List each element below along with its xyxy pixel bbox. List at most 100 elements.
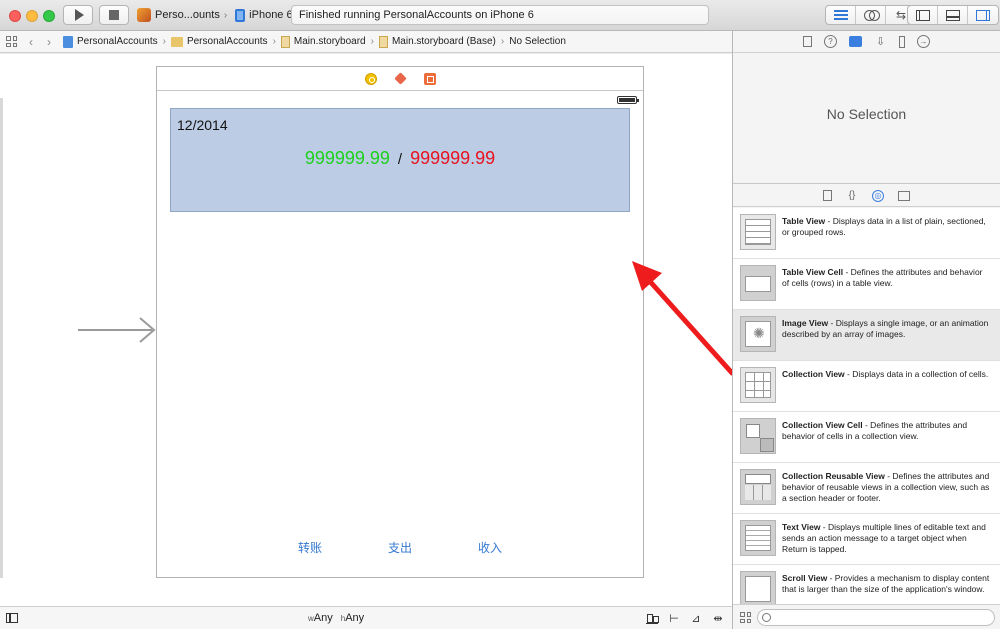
list-item-title: Text View <box>782 522 821 532</box>
expense-amount-label[interactable]: 999999.99 <box>410 148 495 169</box>
connections-inspector-icon[interactable]: → <box>917 35 930 48</box>
list-item-title: Scroll View <box>782 573 828 583</box>
height-size-class: hAny <box>341 612 364 624</box>
editor-mode-control: ⇆ <box>825 5 917 25</box>
no-selection-label: No Selection <box>826 106 907 122</box>
amount-separator-label[interactable]: / <box>398 151 402 168</box>
storyboard-canvas[interactable]: 12/2014 999999.99 / 999999.99 转账 支出 收入 <box>0 54 735 606</box>
navigator-pane-icon <box>915 9 930 21</box>
list-item[interactable]: Collection View - Displays data in a col… <box>733 361 1000 412</box>
document-outline-toggle-icon[interactable] <box>6 613 18 623</box>
close-window-button[interactable] <box>9 10 21 22</box>
stop-button[interactable] <box>99 5 129 25</box>
library-selector-bar: {} ◎ <box>733 185 1000 207</box>
file-template-library-icon[interactable] <box>823 190 832 201</box>
minimize-window-button[interactable] <box>26 10 38 22</box>
list-item[interactable]: Collection View Cell - Defines the attri… <box>733 412 1000 463</box>
height-size-class-value: Any <box>345 612 365 624</box>
list-item-text: Collection Reusable View - Defines the a… <box>782 471 990 504</box>
list-item[interactable]: Image View - Displays a single image, or… <box>733 310 1000 361</box>
resolve-issues-icon[interactable]: ⊿ <box>690 612 702 625</box>
utilities-pane-icon <box>976 9 990 21</box>
list-item-title: Image View <box>782 318 829 328</box>
standard-editor-button[interactable] <box>826 6 856 24</box>
grid-view-toggle-icon[interactable] <box>740 612 751 623</box>
pin-icon[interactable]: ⊢ <box>668 612 680 625</box>
assistant-editor-button[interactable] <box>856 6 886 24</box>
red-annotation-arrow-icon <box>632 261 735 376</box>
scheme-name[interactable]: Perso...ounts <box>155 9 220 21</box>
collection-view-icon <box>740 367 776 403</box>
inspector-content: No Selection <box>733 54 1000 184</box>
breadcrumb: PersonalAccounts › PersonalAccounts › Ma… <box>63 35 566 48</box>
scheme-selector[interactable]: Perso...ounts › iPhone 6 <box>137 5 293 25</box>
breadcrumb-label: Main.storyboard (Base) <box>391 36 496 47</box>
device-name[interactable]: iPhone 6 <box>249 9 292 21</box>
summary-header-view[interactable]: 12/2014 999999.99 / 999999.99 <box>170 108 630 212</box>
file-inspector-icon[interactable] <box>803 36 812 47</box>
resizing-behavior-icon[interactable]: ⇹ <box>712 612 724 625</box>
library-filter-bar <box>733 604 1000 629</box>
breadcrumb-selection[interactable]: No Selection <box>509 36 566 47</box>
scene-dock <box>157 67 643 91</box>
code-snippet-library-icon[interactable]: {} <box>846 190 858 202</box>
object-library-icon[interactable]: ◎ <box>872 189 884 202</box>
initial-view-controller-arrow-icon[interactable] <box>76 316 158 344</box>
battery-icon <box>617 96 639 104</box>
list-item-title: Collection View Cell <box>782 420 863 430</box>
related-items-icon[interactable] <box>6 36 17 47</box>
utilities-toggle-button[interactable] <box>968 6 998 24</box>
amounts-row: 999999.99 / 999999.99 <box>171 148 629 169</box>
breadcrumb-label: PersonalAccounts <box>77 36 158 47</box>
quick-help-icon[interactable]: ? <box>824 35 837 48</box>
expense-button[interactable]: 支出 <box>388 539 412 556</box>
breadcrumb-project[interactable]: PersonalAccounts <box>63 35 158 48</box>
view-controller-scene[interactable]: 12/2014 999999.99 / 999999.99 转账 支出 收入 <box>156 66 644 578</box>
list-item[interactable]: Scroll View - Provides a mechanism to di… <box>733 565 1000 604</box>
library-filter-field[interactable] <box>757 609 995 626</box>
income-button[interactable]: 收入 <box>478 539 502 556</box>
assistant-editor-icon <box>863 10 880 21</box>
breadcrumb-storyboard[interactable]: Main.storyboard <box>280 35 366 48</box>
align-icon[interactable] <box>646 612 659 624</box>
library-filter-input[interactable] <box>774 611 989 624</box>
version-editor-icon: ⇆ <box>895 8 907 22</box>
transfer-button[interactable]: 转账 <box>298 539 322 556</box>
size-class-control[interactable]: wAny hAny <box>308 612 364 624</box>
list-item[interactable]: Text View - Displays multiple lines of e… <box>733 514 1000 565</box>
run-button[interactable] <box>63 5 93 25</box>
back-button[interactable]: ‹ <box>29 35 33 49</box>
object-library-list[interactable]: Table View - Displays data in a list of … <box>733 208 1000 604</box>
scroll-view-icon <box>740 571 776 604</box>
image-view-icon <box>740 316 776 352</box>
width-size-class: wAny <box>308 612 333 624</box>
identity-inspector-icon[interactable] <box>849 36 862 47</box>
breadcrumb-label: Main.storyboard <box>293 36 366 47</box>
list-item[interactable]: Table View - Displays data in a list of … <box>733 208 1000 259</box>
stop-icon <box>109 10 119 20</box>
scheme-separator: › <box>223 9 228 21</box>
inspector-selector-bar: ? ⇩ → <box>733 31 1000 53</box>
breadcrumb-group[interactable]: PersonalAccounts <box>170 36 268 47</box>
list-item[interactable]: Collection Reusable View - Defines the a… <box>733 463 1000 514</box>
first-responder-icon[interactable] <box>393 72 407 85</box>
debug-area-toggle-button[interactable] <box>938 6 968 24</box>
attributes-inspector-icon[interactable]: ⇩ <box>874 35 887 48</box>
date-label[interactable]: 12/2014 <box>177 117 228 133</box>
breadcrumb-storyboard-base[interactable]: Main.storyboard (Base) <box>378 35 496 48</box>
collection-reusable-view-icon <box>740 469 776 505</box>
view-controller-icon[interactable] <box>364 72 377 85</box>
list-item[interactable]: Table View Cell - Defines the attributes… <box>733 259 1000 310</box>
size-inspector-icon[interactable] <box>899 35 905 48</box>
width-size-class-value: Any <box>313 612 333 624</box>
utilities-panel: ? ⇩ → No Selection {} ◎ Table View - Dis… <box>732 31 1000 629</box>
zoom-window-button[interactable] <box>43 10 55 22</box>
list-item-title: Table View Cell <box>782 267 844 277</box>
canvas-bottom-bar: wAny hAny ⊢ ⊿ ⇹ <box>0 606 732 629</box>
navigator-toggle-button[interactable] <box>908 6 938 24</box>
media-library-icon[interactable] <box>898 190 910 201</box>
income-amount-label[interactable]: 999999.99 <box>305 148 390 169</box>
breadcrumb-label: No Selection <box>509 36 566 47</box>
forward-button[interactable]: › <box>47 35 51 49</box>
exit-icon[interactable] <box>423 72 436 85</box>
